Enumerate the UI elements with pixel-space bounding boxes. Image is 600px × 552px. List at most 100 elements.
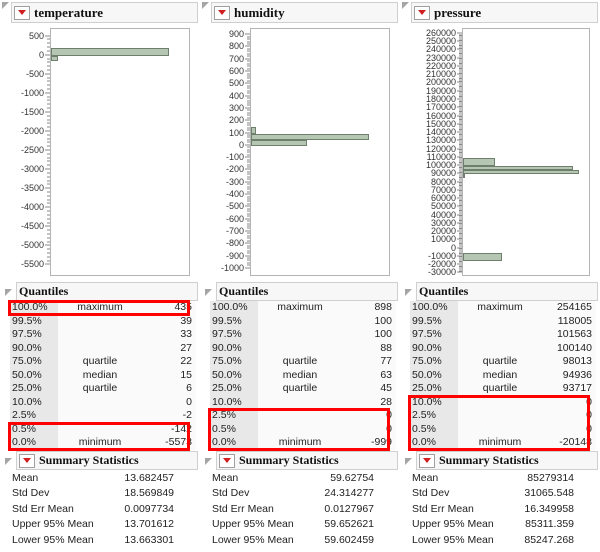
- table-row[interactable]: 2.5% -2: [10, 409, 196, 423]
- table-row[interactable]: 2.5% 0: [410, 409, 596, 423]
- table-row[interactable]: 0.0% minimum -20148: [410, 436, 596, 450]
- table-row[interactable]: 10.0% 0: [410, 395, 596, 409]
- histogram-bar[interactable]: [463, 170, 579, 175]
- quantile-value: -5573: [142, 436, 196, 450]
- axis-tick-label: -500: [225, 201, 244, 212]
- statistic-value: 18.569849: [124, 487, 174, 499]
- statistic-label: Std Dev: [412, 487, 450, 499]
- table-row[interactable]: 90.0% 27: [10, 341, 196, 355]
- table-row[interactable]: 75.0% quartile 98013: [410, 355, 596, 369]
- axis-tick-label: 600: [228, 66, 244, 77]
- quantile-value: 94936: [542, 368, 596, 382]
- histogram-humidity[interactable]: 900 800 700 600 500 400 300 200 100 0 -100 -200 -300…: [200, 24, 400, 282]
- table-row[interactable]: 10.0% 0: [10, 395, 196, 409]
- plot-frame: [250, 28, 390, 276]
- table-row[interactable]: 0.0% minimum -5573: [10, 436, 196, 450]
- table-row[interactable]: 99.5% 39: [10, 314, 196, 328]
- axis-tick-label: -800: [225, 238, 244, 249]
- table-row[interactable]: 25.0% quartile 93717: [410, 382, 596, 396]
- axis-tick-label: -1000: [220, 262, 244, 273]
- disclosure-triangle-icon[interactable]: [405, 458, 412, 465]
- disclosure-triangle-icon[interactable]: [5, 288, 12, 296]
- disclosure-triangle-icon[interactable]: [405, 288, 412, 296]
- table-row: Std Err Mean 16.349958: [410, 502, 596, 518]
- axis-tick-label: -500: [25, 68, 44, 79]
- statistic-value: 59.652621: [324, 518, 374, 530]
- quantile-value: 15: [142, 368, 196, 382]
- table-row[interactable]: 97.5% 33: [10, 328, 196, 342]
- disclosure-triangle-icon[interactable]: [205, 458, 212, 465]
- summary-statistics-header[interactable]: Summary Statistics: [2, 451, 198, 470]
- table-row[interactable]: 25.0% quartile 6: [10, 382, 196, 396]
- disclosure-triangle-icon[interactable]: [205, 288, 212, 296]
- disclosure-triangle-icon[interactable]: [5, 458, 12, 465]
- histogram-bar[interactable]: [51, 55, 58, 61]
- table-row[interactable]: 0.5% -142: [10, 422, 196, 436]
- table-row[interactable]: 0.5% 0: [410, 422, 596, 436]
- table-row[interactable]: 2.5% 0: [210, 409, 396, 423]
- table-row[interactable]: 97.5% 100: [210, 328, 396, 342]
- quantile-percent: 0.0%: [210, 436, 258, 450]
- table-row[interactable]: 100.0% maximum 898: [210, 301, 396, 315]
- table-row[interactable]: 0.5% 0: [210, 422, 396, 436]
- quantile-value: 22: [142, 355, 196, 369]
- disclosure-triangle-icon[interactable]: [402, 2, 409, 9]
- quantiles-header[interactable]: Quantiles: [402, 281, 598, 301]
- quantile-label: maximum: [258, 301, 342, 315]
- plot-frame: [50, 28, 190, 276]
- statistic-value: 31065.548: [524, 487, 574, 499]
- table-row[interactable]: 10.0% 28: [210, 395, 396, 409]
- quantiles-header[interactable]: Quantiles: [202, 281, 398, 301]
- red-triangle-menu-icon[interactable]: [419, 453, 435, 468]
- quantiles-section-temperature: Quantiles 100.0% maximum 435 99.5% 39 97.5% 33 9…: [0, 281, 200, 451]
- plot-frame: [462, 28, 590, 276]
- table-row[interactable]: 75.0% quartile 77: [210, 355, 396, 369]
- table-row: Std Err Mean 0.0097734: [10, 502, 196, 518]
- table-row[interactable]: 100.0% maximum 435: [10, 301, 196, 315]
- quantile-percent: 90.0%: [210, 341, 258, 355]
- quantile-label: minimum: [458, 436, 542, 450]
- red-triangle-menu-icon[interactable]: [14, 5, 30, 20]
- histogram-pressure[interactable]: 260000 250000 240000 230000 220000 210000 2000…: [400, 24, 600, 282]
- quantile-value: 435: [142, 301, 196, 315]
- histogram-bar[interactable]: [463, 252, 503, 261]
- histogram-bar[interactable]: [463, 157, 495, 167]
- axis-tick-label: -2500: [20, 145, 44, 156]
- statistic-value: 85247.268: [524, 533, 574, 546]
- table-row[interactable]: 0.0% minimum -999: [210, 436, 396, 450]
- histogram-bar[interactable]: [251, 139, 308, 146]
- statistic-label: Mean: [212, 471, 239, 484]
- quantiles-table: 100.0% maximum 898 99.5% 100 97.5% 100 90.0% 88 7…: [210, 301, 396, 450]
- disclosure-triangle-icon[interactable]: [202, 2, 209, 9]
- table-row[interactable]: 90.0% 88: [210, 341, 396, 355]
- red-triangle-menu-icon[interactable]: [219, 453, 235, 468]
- quantiles-title: Quantiles: [419, 283, 469, 298]
- axis-tick-label: -600: [225, 213, 244, 224]
- histogram-temperature[interactable]: 500 0 -500 -1000 -1500 -2000 -2500 -3000 -3500 -4…: [0, 24, 200, 282]
- summary-statistics-header[interactable]: Summary Statistics: [202, 451, 398, 470]
- quantiles-table: 100.0% maximum 435 99.5% 39 97.5% 33 90.0% 27 75.…: [10, 301, 196, 450]
- table-row[interactable]: 97.5% 101563: [410, 328, 596, 342]
- histogram-bar[interactable]: [51, 48, 169, 56]
- red-triangle-menu-icon[interactable]: [19, 453, 35, 468]
- red-triangle-menu-icon[interactable]: [414, 5, 430, 20]
- table-row[interactable]: 50.0% median 15: [10, 368, 196, 382]
- statistic-label: Std Err Mean: [12, 502, 74, 515]
- table-row[interactable]: 99.5% 100: [210, 314, 396, 328]
- table-row[interactable]: 50.0% median 94936: [410, 368, 596, 382]
- axis-tick-label: -3500: [20, 183, 44, 194]
- table-row[interactable]: 25.0% quartile 45: [210, 382, 396, 396]
- quantile-label: quartile: [58, 355, 142, 369]
- quantile-label: quartile: [458, 382, 542, 396]
- summary-statistics-header[interactable]: Summary Statistics: [402, 451, 598, 470]
- histogram-bar[interactable]: [463, 174, 466, 179]
- table-row[interactable]: 90.0% 100140: [410, 341, 596, 355]
- quantiles-header[interactable]: Quantiles: [2, 281, 198, 301]
- table-row[interactable]: 75.0% quartile 22: [10, 355, 196, 369]
- table-row[interactable]: 99.5% 118005: [410, 314, 596, 328]
- table-row[interactable]: 100.0% maximum 254165: [410, 301, 596, 315]
- table-row[interactable]: 50.0% median 63: [210, 368, 396, 382]
- disclosure-triangle-icon[interactable]: [2, 2, 9, 9]
- quantile-label: [258, 314, 342, 328]
- red-triangle-menu-icon[interactable]: [214, 5, 230, 20]
